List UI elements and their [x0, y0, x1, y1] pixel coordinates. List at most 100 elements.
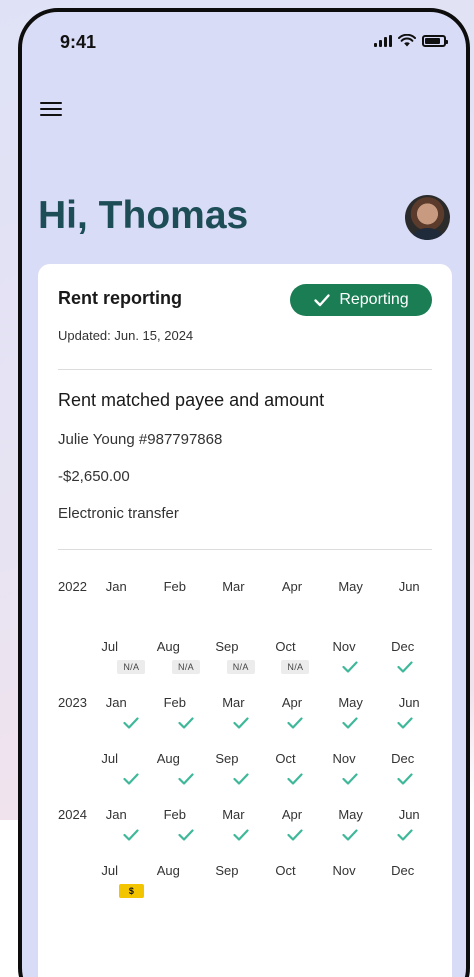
check-icon: [397, 773, 413, 785]
check-icon: [342, 661, 358, 673]
pending-payment-badge: $: [118, 884, 144, 898]
calendar-status-row: [104, 768, 432, 790]
check-icon: [123, 717, 139, 729]
calendar-month: Nov: [332, 750, 356, 766]
calendar-status-cell: N/A: [213, 660, 268, 674]
calendar-month-row: 2023 Jan Feb Mar Apr May Jun: [58, 692, 432, 712]
check-icon: [123, 773, 139, 785]
calendar-month-row: Jul Aug Sep Oct Nov Dec: [58, 860, 432, 880]
updated-date: Updated: Jun. 15, 2024: [58, 328, 194, 343]
check-icon: [287, 717, 303, 729]
calendar-month: Dec: [391, 638, 415, 654]
calendar-status-cell: [268, 773, 323, 785]
payee-name: Julie Young #987797868: [58, 431, 223, 448]
calendar-month-row: Jul Aug Sep Oct Nov Dec: [58, 748, 432, 768]
wifi-icon: [398, 34, 416, 47]
calendar-month: Oct: [275, 638, 296, 654]
calendar-month: May: [338, 578, 363, 594]
rent-amount: -$2,650.00: [58, 468, 130, 485]
calendar-month: Sep: [215, 750, 239, 766]
calendar-month: Mar: [222, 578, 245, 594]
calendar-status-cell: N/A: [268, 660, 323, 674]
match-title: Rent matched payee and amount: [58, 390, 325, 410]
calendar-month: Apr: [281, 806, 303, 822]
check-icon: [397, 661, 413, 673]
calendar-month: Jan: [105, 578, 127, 594]
reporting-status-badge[interactable]: Reporting: [290, 284, 432, 316]
calendar-month: Feb: [163, 694, 187, 710]
calendar-month: Jul: [101, 862, 119, 878]
calendar-status-cell: [159, 773, 214, 785]
calendar-status-cell: [268, 829, 323, 841]
greeting-title: Hi, Thomas: [38, 194, 249, 237]
calendar-month: Jun: [398, 806, 420, 822]
check-icon: [342, 717, 358, 729]
card-header: Rent reporting Reporting: [58, 284, 432, 316]
calendar-status-cell: N/A: [159, 660, 214, 674]
calendar-status-cell: [323, 717, 378, 729]
rent-reporting-card: Rent reporting Reporting Updated: Jun. 1…: [38, 264, 452, 977]
calendar-status-cell: [104, 829, 159, 841]
calendar-month: Mar: [222, 694, 245, 710]
avatar[interactable]: [405, 195, 450, 240]
calendar-status-cell: [159, 717, 214, 729]
calendar-month: Feb: [163, 578, 187, 594]
na-badge: N/A: [226, 660, 255, 674]
check-icon: [397, 717, 413, 729]
calendar-month: Aug: [156, 638, 180, 654]
na-badge: N/A: [281, 660, 310, 674]
check-icon: [178, 717, 194, 729]
check-icon: [178, 773, 194, 785]
calendar-status-cell: [377, 717, 432, 729]
na-badge: N/A: [117, 660, 146, 674]
calendar-month: May: [338, 694, 363, 710]
check-icon: [233, 717, 249, 729]
calendar-status-row: N/A N/A N/A N/A: [104, 656, 432, 678]
calendar-month: Oct: [275, 750, 296, 766]
na-badge: N/A: [172, 660, 200, 674]
battery-icon: [422, 34, 448, 47]
calendar-status-cell: [213, 773, 268, 785]
calendar-month: Nov: [332, 862, 356, 878]
calendar-status-cell: [323, 773, 378, 785]
calendar-month: Jan: [105, 694, 127, 710]
check-icon: [397, 829, 413, 841]
calendar-month: Aug: [156, 750, 180, 766]
calendar-month: Feb: [163, 806, 187, 822]
reporting-calendar: 2022 Jan Feb Mar Apr May Jun Jul Aug Sep Oct Nov Dec…: [58, 576, 432, 916]
status-icons: [374, 34, 448, 47]
calendar-month: Sep: [215, 862, 239, 878]
calendar-status-cell: [377, 829, 432, 841]
signal-icon: [374, 34, 392, 47]
status-bar: 9:41: [22, 12, 466, 66]
calendar-month-row: 2022 Jan Feb Mar Apr May Jun: [58, 576, 432, 596]
calendar-status-cell: [323, 829, 378, 841]
calendar-month: May: [338, 806, 363, 822]
check-icon: [123, 829, 139, 841]
calendar-month: Apr: [281, 578, 303, 594]
calendar-year: 2022: [58, 578, 87, 594]
check-icon: [233, 829, 249, 841]
calendar-status-cell: [104, 773, 159, 785]
status-time: 9:41: [60, 32, 97, 52]
calendar-month: Mar: [222, 806, 245, 822]
status-label: Reporting: [339, 291, 409, 308]
calendar-status-cell: [268, 717, 323, 729]
check-icon: [178, 829, 194, 841]
check-icon: [342, 773, 358, 785]
calendar-status-cell: [213, 829, 268, 841]
calendar-status-cell: $: [104, 884, 159, 898]
calendar-month: Jul: [101, 750, 119, 766]
calendar-month: Dec: [391, 862, 415, 878]
calendar-month: Jul: [101, 638, 119, 654]
calendar-year: 2024: [58, 806, 87, 822]
calendar-status-row: [104, 596, 432, 618]
check-icon: [314, 294, 331, 307]
menu-icon[interactable]: [40, 100, 62, 118]
